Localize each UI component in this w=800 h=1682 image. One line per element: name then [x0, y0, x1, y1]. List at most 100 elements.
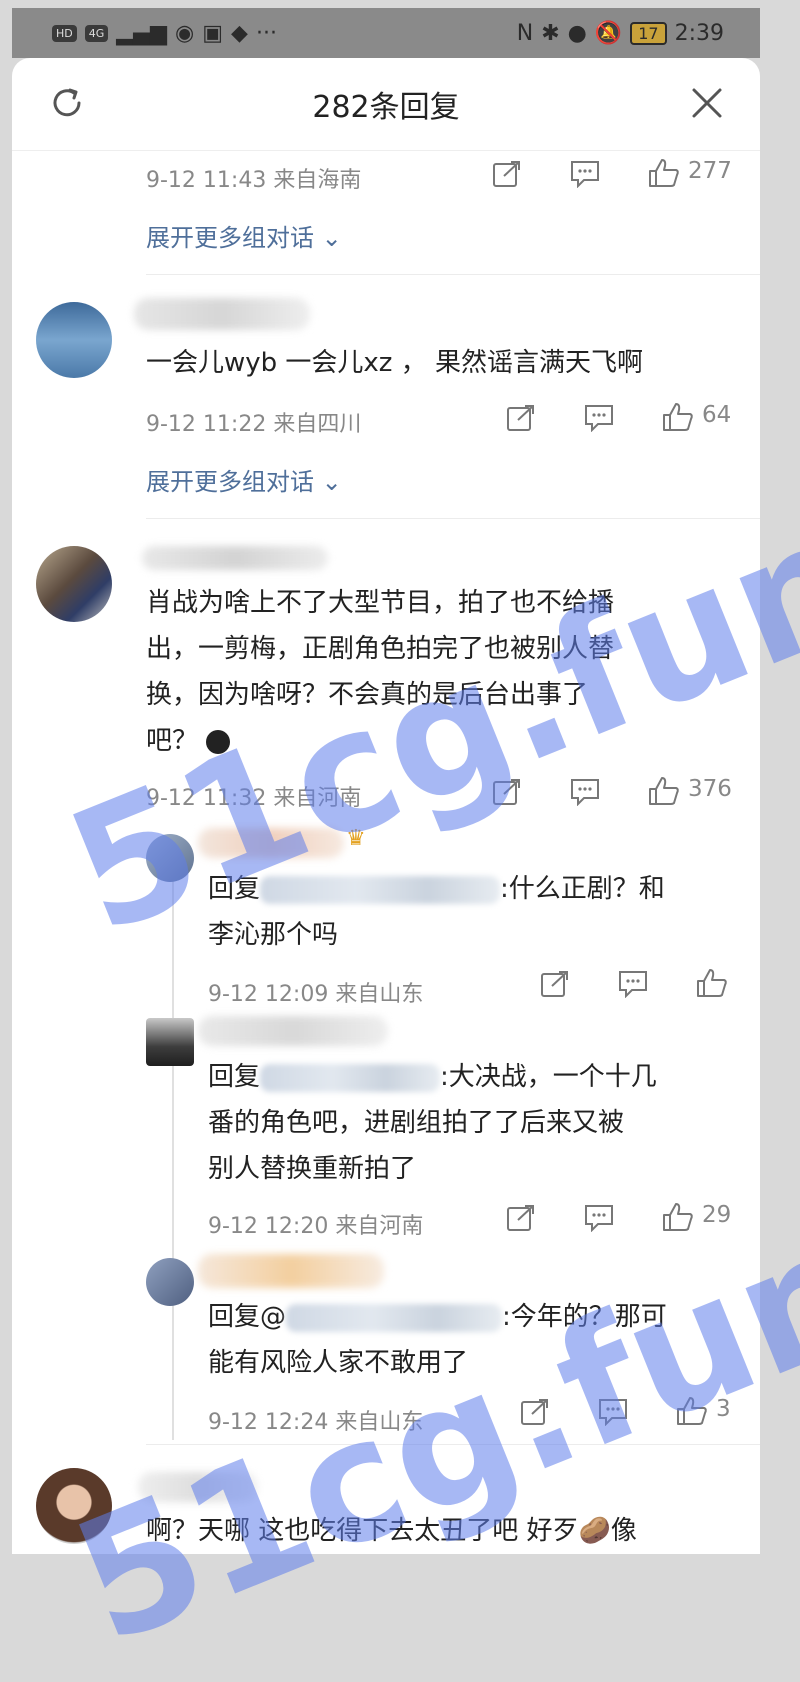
comment-line: 换，因为啥呀？不会真的是后台出事了: [146, 680, 589, 710]
reply-line: 李沁那个吗: [208, 920, 339, 950]
like-count: 29: [702, 1202, 732, 1228]
like-button[interactable]: 277: [648, 158, 732, 188]
comment-meta: 9-12 11:22 来自四川: [146, 412, 362, 437]
comment-text: 一会儿wyb 一会儿xz ， 果然谣言满天飞啊: [146, 348, 643, 378]
like-button[interactable]: 3: [676, 1396, 731, 1426]
4g-icon: 4G: [84, 24, 109, 42]
shield-icon: ◆: [231, 20, 248, 46]
weibo-icon: ◉: [175, 20, 195, 46]
reply-text-tail: :今年的？那可: [502, 1302, 667, 1332]
expand-conversation-link[interactable]: 展开更多组对话 ⌄: [146, 218, 342, 253]
mention-redacted[interactable]: [286, 1303, 503, 1332]
hd-icon: HD: [52, 24, 77, 42]
emoji-icon: [206, 729, 231, 754]
signal-bars-icon: ▂▄▆: [116, 20, 168, 46]
avatar[interactable]: [146, 834, 194, 882]
username-redacted[interactable]: [198, 828, 344, 858]
like-button[interactable]: 376: [648, 776, 732, 806]
comment-icon[interactable]: [598, 1398, 628, 1426]
repost-icon[interactable]: [506, 1204, 536, 1232]
avatar[interactable]: [36, 546, 112, 622]
comment-line-text: 吧？: [146, 726, 199, 756]
like-count: 376: [688, 776, 732, 802]
reply-prefix: 回复: [208, 1062, 261, 1092]
thread-line: [172, 860, 174, 1440]
comment-meta: 9-12 11:32 来自河南: [146, 786, 362, 811]
thumbs-up-icon: [663, 403, 693, 431]
thumbs-up-icon: [649, 159, 679, 187]
like-count: 64: [702, 402, 732, 428]
status-right: N ✱ ● 🔕 17 2:39: [517, 21, 724, 46]
reply-line: 番的角色吧，进剧组拍了了后来又被: [208, 1108, 625, 1138]
reply-line: 别人替换重新拍了: [208, 1154, 417, 1184]
avatar[interactable]: [146, 1018, 194, 1066]
repost-icon[interactable]: [540, 970, 570, 998]
reply-text-tail: :大决战，一个十几: [440, 1062, 657, 1092]
username-redacted[interactable]: [142, 546, 328, 570]
thumbs-up-icon: [663, 1203, 693, 1231]
username-redacted[interactable]: [198, 1254, 384, 1288]
comment-icon[interactable]: [584, 1204, 614, 1232]
repost-icon[interactable]: [492, 778, 522, 806]
divider: [146, 1444, 760, 1445]
expand-label: 展开更多组对话: [146, 468, 314, 496]
comment-line: 肖战为啥上不了大型节目，拍了也不给播: [146, 588, 615, 618]
close-icon[interactable]: [690, 86, 724, 120]
dashen-icon: ▣: [202, 20, 224, 46]
reply-meta: 9-12 12:09 来自山东: [208, 982, 424, 1007]
mute-icon: 🔕: [594, 20, 623, 46]
status-left: HD 4G ▂▄▆ ◉ ▣ ◆ ···: [52, 21, 277, 46]
clock: 2:39: [674, 20, 724, 46]
comment-text: 肖战为啥上不了大型节目，拍了也不给播 出，一剪梅，正剧角色拍完了也被别人替 换，…: [146, 580, 614, 764]
mention-redacted[interactable]: [260, 875, 501, 904]
thumbs-up-icon: [677, 1397, 707, 1425]
like-button[interactable]: 64: [662, 402, 731, 432]
nfc-icon: N: [516, 20, 534, 46]
chevron-down-icon: ⌄: [314, 468, 342, 496]
like-count: 3: [716, 1396, 731, 1422]
expand-conversation-link[interactable]: 展开更多组对话 ⌄: [146, 462, 342, 497]
like-button[interactable]: 29: [662, 1202, 731, 1232]
comment-meta: 9-12 11:43 来自海南: [146, 168, 362, 193]
reply-text-tail: :什么正剧？和: [500, 874, 665, 904]
avatar[interactable]: [36, 302, 112, 378]
reply-text: 回复 :什么正剧？和 李沁那个吗: [208, 866, 665, 958]
reply-prefix: 回复: [208, 874, 261, 904]
comment-icon[interactable]: [570, 160, 600, 188]
reply-line: 回复 :大决战，一个十几: [208, 1054, 657, 1100]
reply-line: 能有风险人家不敢用了: [208, 1348, 469, 1378]
reply-line: 回复@ :今年的？那可: [208, 1294, 667, 1340]
like-count: 277: [688, 158, 732, 184]
expand-label: 展开更多组对话: [146, 224, 314, 252]
comment-icon[interactable]: [570, 778, 600, 806]
comment-line: 吧？: [146, 718, 614, 764]
comment-icon[interactable]: [584, 404, 614, 432]
reply-text: 回复@ :今年的？那可 能有风险人家不敢用了: [208, 1294, 667, 1386]
username-redacted[interactable]: [134, 298, 310, 330]
username-redacted[interactable]: [198, 1016, 388, 1046]
repost-icon[interactable]: [520, 1398, 550, 1426]
repost-icon[interactable]: [506, 404, 536, 432]
reply-text: 回复 :大决战，一个十几 番的角色吧，进剧组拍了了后来又被 别人替换重新拍了: [208, 1054, 657, 1192]
sheet-header: 282条回复: [12, 58, 760, 151]
reply-meta: 9-12 12:24 来自山东: [208, 1410, 424, 1435]
like-button[interactable]: [696, 968, 728, 998]
bluetooth-icon: ✱: [541, 20, 560, 46]
username-redacted[interactable]: [138, 1472, 258, 1502]
comment-icon[interactable]: [618, 970, 648, 998]
reply-line: 回复 :什么正剧？和: [208, 866, 665, 912]
sheet-title: 282条回复: [312, 90, 460, 125]
chevron-down-icon: ⌄: [314, 224, 342, 252]
avatar[interactable]: [146, 1258, 194, 1306]
avatar[interactable]: [36, 1468, 112, 1544]
repost-icon[interactable]: [492, 160, 522, 188]
battery-icon: 17: [630, 21, 667, 45]
status-bar: HD 4G ▂▄▆ ◉ ▣ ◆ ··· N ✱ ● 🔕 17 2:39: [12, 8, 760, 58]
divider: [146, 518, 760, 519]
comment-line: 出，一剪梅，正剧角色拍完了也被别人替: [146, 634, 615, 664]
crown-badge-icon: ♛: [346, 826, 366, 851]
reply-prefix: 回复@: [208, 1302, 287, 1332]
mention-redacted[interactable]: [260, 1063, 441, 1092]
thumbs-up-icon: [649, 777, 679, 805]
thumbs-up-icon: [697, 969, 727, 997]
